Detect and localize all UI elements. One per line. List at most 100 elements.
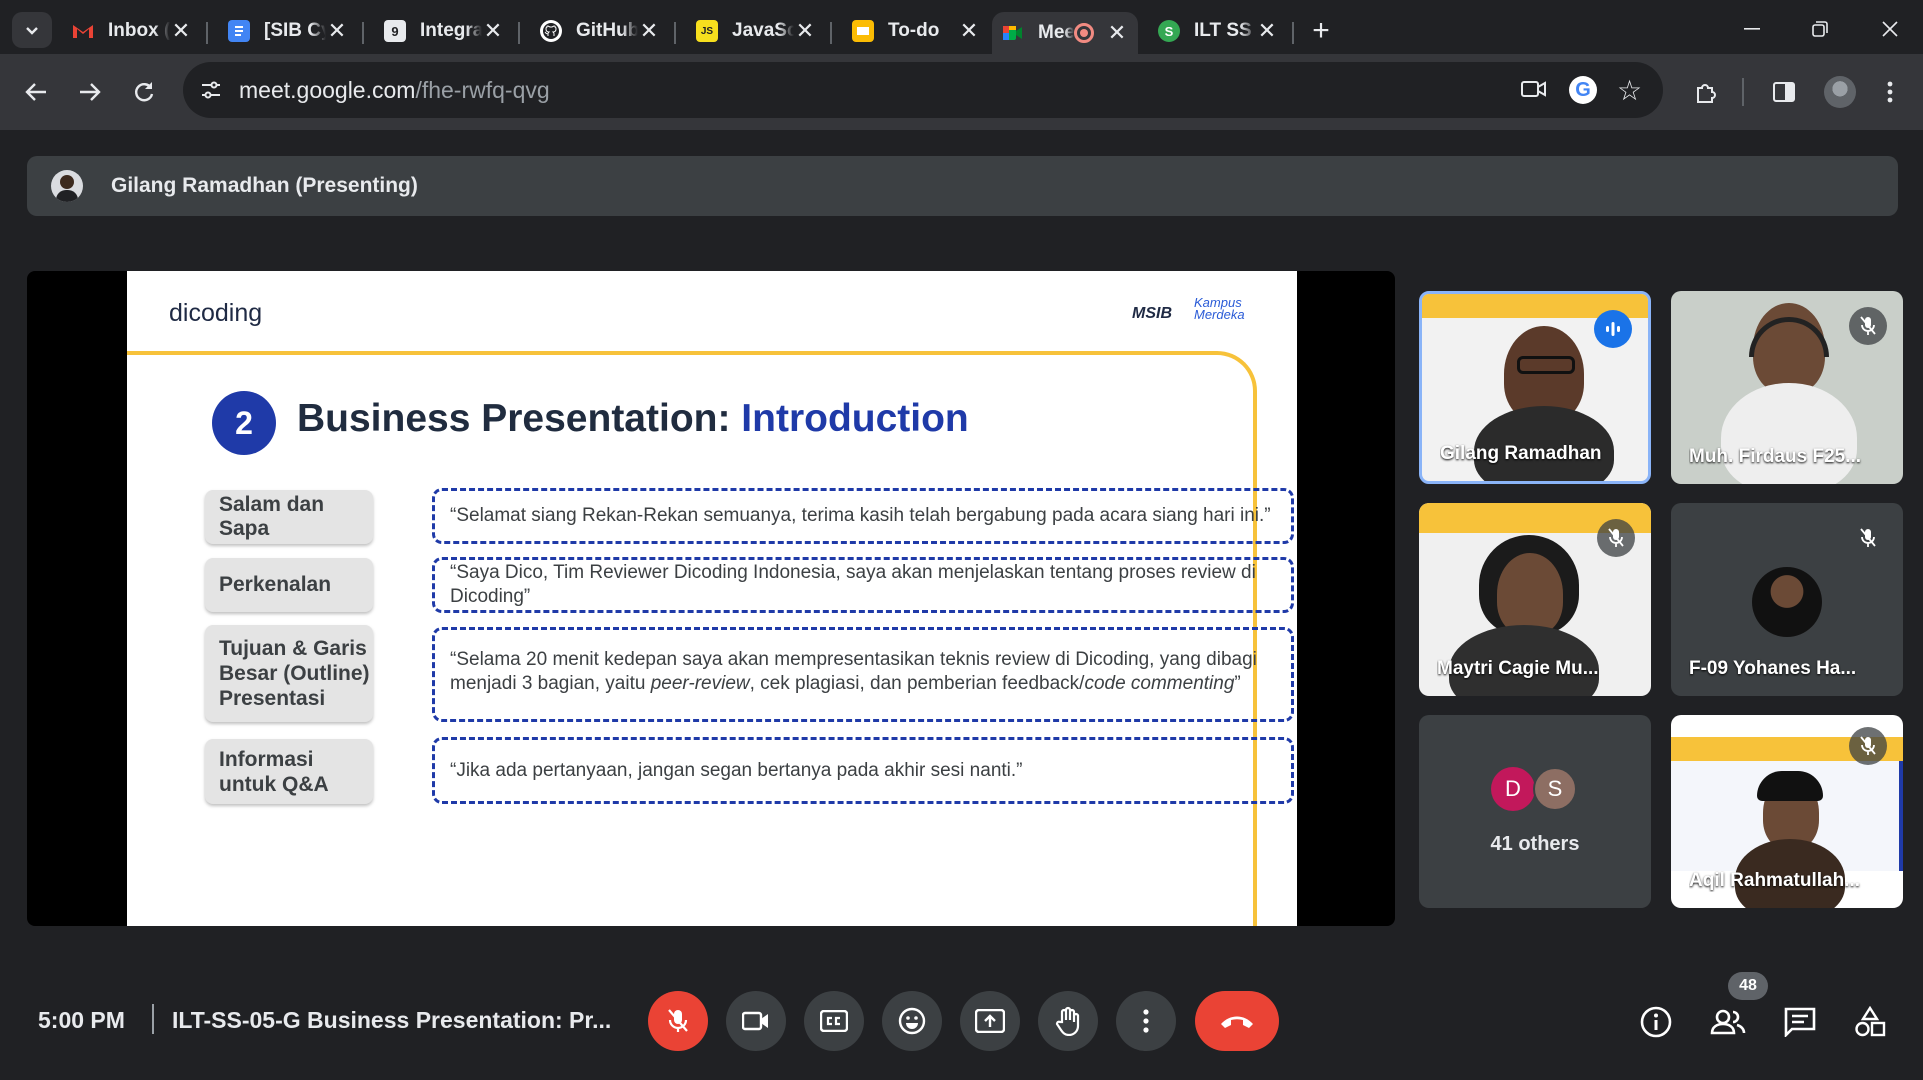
avatar: D bbox=[1491, 767, 1535, 811]
tab-ilt[interactable]: S ILT SS 5 Bu ✕ bbox=[1148, 12, 1288, 50]
arrow-right-icon bbox=[80, 83, 101, 101]
row-label: Informasi untuk Q&A bbox=[205, 739, 373, 804]
mic-off-icon bbox=[1849, 519, 1887, 557]
meet-area: Gilang Ramadhan (Presenting) dicoding MS… bbox=[0, 130, 1923, 1080]
s-icon: S bbox=[1158, 20, 1180, 42]
close-tab-icon[interactable]: ✕ bbox=[638, 18, 660, 44]
tab-todo[interactable]: To-do ✕ bbox=[842, 12, 990, 50]
new-tab-button[interactable]: + bbox=[1302, 12, 1340, 50]
row-text: “Saya Dico, Tim Reviewer Dicoding Indone… bbox=[432, 557, 1294, 613]
address-bar[interactable]: meet.google.com/fhe-rwfq-qvg G ☆ bbox=[183, 62, 1663, 118]
browser-menu-button[interactable] bbox=[1868, 70, 1912, 114]
avatar bbox=[1824, 76, 1856, 108]
browser-toolbar: meet.google.com/fhe-rwfq-qvg G ☆ bbox=[0, 54, 1923, 130]
close-tab-icon[interactable]: ✕ bbox=[958, 18, 980, 44]
minimize-button[interactable] bbox=[1732, 14, 1772, 44]
camera-button[interactable] bbox=[726, 991, 786, 1051]
participant-tile[interactable]: Muh. Firdaus F25... bbox=[1671, 291, 1903, 484]
close-tab-icon[interactable]: ✕ bbox=[170, 18, 192, 44]
dicoding-logo: dicoding bbox=[169, 299, 263, 327]
row-label: Tujuan & Garis Besar (Outline) Presentas… bbox=[205, 625, 373, 722]
participant-tile[interactable]: F-09 Yohanes Ha... bbox=[1671, 503, 1903, 696]
call-end-icon bbox=[1221, 1016, 1253, 1028]
tab-title: Integrasi E bbox=[420, 20, 482, 41]
meet-icon bbox=[1002, 22, 1024, 44]
side-panel-button[interactable] bbox=[1762, 70, 1806, 114]
mic-off-icon bbox=[668, 1009, 688, 1032]
back-button[interactable] bbox=[14, 70, 58, 114]
others-tile[interactable]: D S 41 others bbox=[1419, 715, 1651, 908]
site-info-icon[interactable] bbox=[199, 78, 223, 107]
row-label: Salam dan Sapa bbox=[205, 490, 373, 544]
tab-search-button[interactable] bbox=[12, 12, 52, 48]
close-tab-icon[interactable]: ✕ bbox=[1106, 20, 1128, 46]
present-button[interactable] bbox=[960, 991, 1020, 1051]
recording-icon bbox=[1074, 23, 1094, 43]
avatar bbox=[1752, 567, 1822, 637]
presenter-bar[interactable]: Gilang Ramadhan (Presenting) bbox=[27, 156, 1898, 216]
bookmark-star-icon[interactable]: ☆ bbox=[1617, 74, 1642, 107]
forward-button[interactable] bbox=[68, 70, 112, 114]
participant-count-badge: 48 bbox=[1728, 972, 1768, 1000]
extensions-button[interactable] bbox=[1684, 70, 1728, 114]
reload-button[interactable] bbox=[122, 70, 166, 114]
close-tab-icon[interactable]: ✕ bbox=[482, 18, 504, 44]
microphone-button[interactable] bbox=[648, 991, 708, 1051]
presentation-stage: dicoding MSIB Kampus Merdeka 2 Business … bbox=[27, 271, 1395, 926]
arrow-left-icon bbox=[25, 83, 46, 101]
row-label: Perkenalan bbox=[205, 558, 373, 612]
mic-off-icon bbox=[1849, 307, 1887, 345]
restore-button[interactable] bbox=[1800, 14, 1840, 44]
participant-name: Aqil Rahmatullah... bbox=[1689, 870, 1861, 891]
more-vert-icon bbox=[1887, 81, 1893, 103]
presenter-avatar bbox=[51, 170, 83, 202]
camera-in-use-icon[interactable] bbox=[1521, 78, 1547, 105]
raise-hand-button[interactable] bbox=[1038, 991, 1098, 1051]
slide-title-highlight: Introduction bbox=[741, 397, 969, 440]
restore-icon bbox=[1812, 21, 1828, 37]
participant-name: Gilang Ramadhan bbox=[1440, 443, 1602, 464]
docs-icon bbox=[228, 20, 250, 42]
participant-name: F-09 Yohanes Ha... bbox=[1689, 658, 1857, 679]
presenter-label: Gilang Ramadhan (Presenting) bbox=[111, 174, 418, 197]
url-host: meet.google.com bbox=[239, 76, 416, 103]
tab-integrasi[interactable]: 9 Integrasi E ✕ bbox=[374, 12, 514, 50]
people-button[interactable] bbox=[1704, 998, 1752, 1046]
close-tab-icon[interactable]: ✕ bbox=[794, 18, 816, 44]
captions-button[interactable] bbox=[804, 991, 864, 1051]
participant-name: Muh. Firdaus F25... bbox=[1689, 446, 1862, 467]
mic-off-icon bbox=[1849, 727, 1887, 765]
shared-slide: dicoding MSIB Kampus Merdeka 2 Business … bbox=[127, 271, 1297, 926]
row-text: “Selama 20 menit kedepan saya akan mempr… bbox=[432, 627, 1294, 722]
js-icon: JS bbox=[696, 20, 718, 42]
participant-tile[interactable]: Gilang Ramadhan bbox=[1419, 291, 1651, 484]
chat-icon bbox=[1784, 1007, 1816, 1037]
hand-icon bbox=[1055, 1006, 1080, 1036]
profile-button[interactable] bbox=[1818, 70, 1862, 114]
avatar: S bbox=[1533, 767, 1577, 811]
close-tab-icon[interactable]: ✕ bbox=[326, 18, 348, 44]
leave-call-button[interactable] bbox=[1195, 991, 1279, 1051]
tab-javascript[interactable]: JS JavaScript ✕ bbox=[686, 12, 826, 50]
meeting-title[interactable]: ILT-SS-05-G Business Presentation: Pr... bbox=[172, 1007, 611, 1034]
close-window-button[interactable] bbox=[1870, 14, 1910, 44]
participant-tile[interactable]: Aqil Rahmatullah... bbox=[1671, 715, 1903, 908]
mic-off-icon bbox=[1597, 519, 1635, 557]
tab-title: To-do bbox=[888, 20, 940, 41]
tab-docs[interactable]: [SIB Cycle ✕ bbox=[218, 12, 358, 50]
info-icon bbox=[1640, 1006, 1672, 1038]
meeting-details-button[interactable] bbox=[1632, 998, 1680, 1046]
minimize-icon bbox=[1744, 28, 1760, 30]
tab-gmail[interactable]: Inbox (64) ✕ bbox=[62, 12, 202, 50]
chevron-down-icon bbox=[26, 27, 38, 35]
chat-button[interactable] bbox=[1776, 998, 1824, 1046]
reactions-button[interactable] bbox=[882, 991, 942, 1051]
tab-meet[interactable]: Meet - ✕ bbox=[992, 12, 1138, 54]
close-tab-icon[interactable]: ✕ bbox=[1256, 18, 1278, 44]
speaking-indicator-icon bbox=[1594, 310, 1632, 348]
tab-github[interactable]: GitHub - a ✕ bbox=[530, 12, 670, 50]
google-lens-icon[interactable]: G bbox=[1569, 76, 1597, 104]
participant-tile[interactable]: Maytri Cagie Mu... bbox=[1419, 503, 1651, 696]
more-options-button[interactable] bbox=[1116, 991, 1176, 1051]
activities-button[interactable] bbox=[1846, 998, 1894, 1046]
